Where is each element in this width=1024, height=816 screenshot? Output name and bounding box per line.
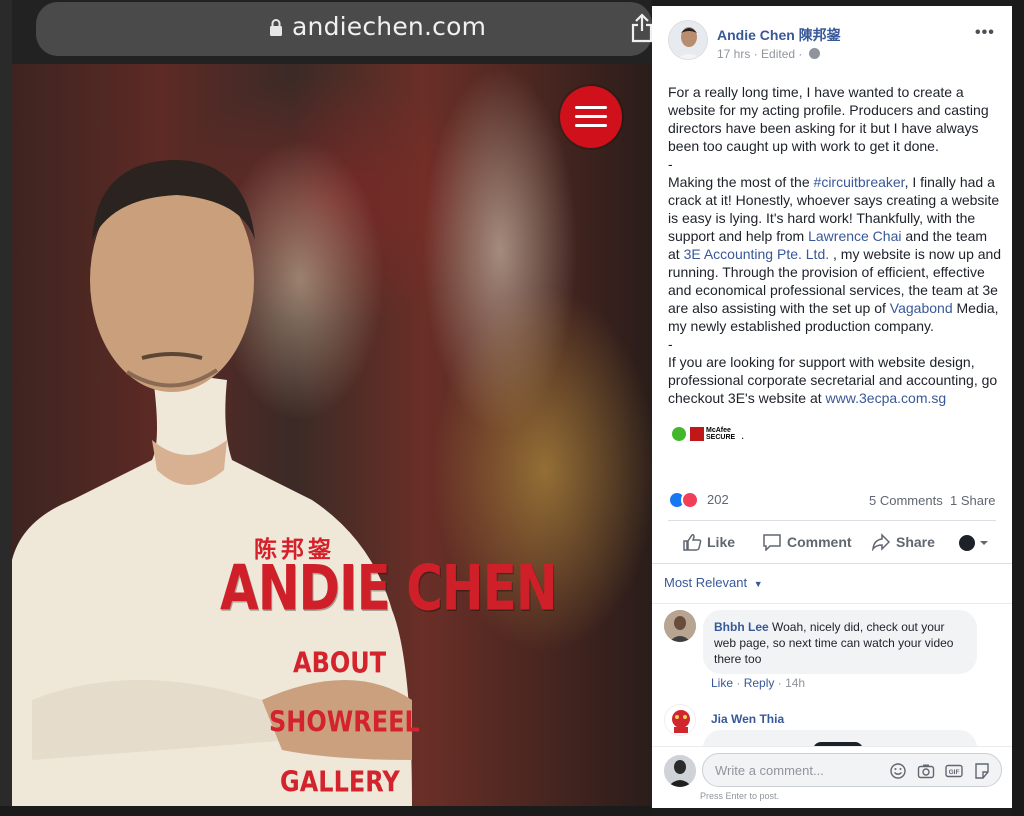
facebook-post-panel: Andie Chen 陳邦鋆 17 hrs · Edited · ••• For… [652, 6, 1012, 808]
mcafee-secure-badge[interactable]: McAfee SECURE [690, 427, 740, 441]
comment-like-link[interactable]: Like [711, 676, 733, 690]
comment-reply-link[interactable]: Reply [744, 676, 775, 690]
comments-count-link[interactable]: 5 Comments [869, 493, 943, 508]
divider [652, 603, 1012, 604]
menu-icon-bar [575, 124, 607, 127]
post-meta: 17 hrs · Edited · [717, 47, 820, 61]
post-text: Making the most of the [668, 174, 814, 190]
post-author-name[interactable]: Andie Chen 陳邦鋆 [717, 25, 841, 45]
separator: · [736, 676, 744, 690]
author-avatar[interactable] [668, 20, 708, 60]
share-button[interactable]: Share [871, 531, 951, 553]
like-icon [683, 534, 702, 551]
comment-icon [763, 534, 781, 551]
lock-icon [270, 19, 282, 36]
url-text: andiechen.com [292, 12, 487, 41]
comment-sort-dropdown[interactable]: Most Relevant ▼ [664, 575, 763, 590]
separator: · [777, 676, 786, 690]
comment-composer: Write a comment... GIF Press Enter to po… [652, 746, 1012, 808]
gif-icon[interactable]: GIF [945, 762, 963, 780]
lock-badge-icon [672, 427, 686, 441]
website-link[interactable]: www.3ecpa.com.sg [826, 390, 947, 406]
mcafee-badge-text: McAfee SECURE [706, 427, 735, 441]
more-options-icon[interactable]: ••• [975, 24, 995, 42]
left-gutter [0, 0, 12, 816]
website-hero-photo [0, 0, 652, 816]
divider [668, 520, 996, 521]
mention-lawrence-chai-link[interactable]: Lawrence Chai [808, 228, 901, 244]
reaction-count: 202 [707, 492, 729, 507]
press-enter-hint: Press Enter to post. [700, 791, 780, 801]
comment-button-label: Comment [787, 534, 852, 550]
comment-button[interactable]: Comment [762, 531, 862, 553]
emoji-icon[interactable] [889, 762, 907, 780]
post-time[interactable]: 17 hrs [717, 47, 750, 61]
menu-icon-bar [575, 115, 607, 118]
globe-icon [808, 48, 820, 59]
commenter-avatar[interactable] [664, 704, 696, 736]
share-icon[interactable] [630, 13, 654, 43]
mention-vagabond-link[interactable]: Vagabond [890, 300, 953, 316]
sort-label: Most Relevant [664, 575, 748, 590]
comment-input-placeholder: Write a comment... [715, 763, 824, 778]
share-arrow-icon [872, 533, 891, 551]
comment-bubble: Bhbh Lee Woah, nicely did, check out you… [703, 610, 977, 674]
comment-time[interactable]: 14h [785, 676, 805, 690]
divider [652, 563, 1012, 564]
like-button[interactable]: Like [682, 531, 752, 553]
screenshot-stage: { "browser": { "url": "andiechen.com" },… [0, 0, 1024, 816]
meta-separator: · [753, 47, 762, 61]
badge-trailing-dot: . [741, 428, 745, 442]
sticker-icon[interactable] [973, 762, 991, 780]
left-bottom-edge [0, 806, 652, 816]
secure-text: SECURE [706, 434, 736, 441]
post-separator: - [668, 336, 673, 352]
like-button-label: Like [707, 534, 736, 550]
share-button-label: Share [896, 534, 935, 550]
shares-count-link[interactable]: 1 Share [950, 493, 996, 508]
url-field[interactable]: andiechen.com [36, 2, 654, 56]
right-frame [1012, 0, 1024, 816]
current-user-avatar [664, 755, 696, 787]
edited-label[interactable]: Edited [761, 47, 795, 61]
svg-text:GIF: GIF [949, 769, 960, 776]
browser-address-bar: andiechen.com [12, 0, 654, 64]
nav-gallery-link[interactable]: GALLERY [280, 765, 400, 799]
love-reaction-icon [681, 491, 699, 509]
brand-logo-name[interactable]: ANDIE CHEN [220, 552, 558, 625]
mention-3e-accounting-link[interactable]: 3E Accounting Pte. Ltd. [684, 246, 830, 262]
comment-input[interactable]: Write a comment... GIF [702, 753, 1002, 787]
commenter-avatar[interactable] [664, 610, 696, 642]
hashtag-link[interactable]: #circuitbreaker [814, 174, 905, 190]
nav-about-link[interactable]: ABOUT [293, 646, 386, 680]
post-paragraph: If you are looking for support with webs… [668, 353, 1002, 407]
post-separator: - [668, 156, 673, 172]
audience-selector-icon[interactable] [958, 534, 990, 552]
hamburger-menu-button[interactable] [560, 86, 622, 148]
mcafee-logo-icon [690, 427, 704, 441]
nav-showreel-link[interactable]: SHOWREEL [269, 705, 420, 739]
post-body: For a really long time, I have wanted to… [668, 83, 1002, 407]
mcafee-text: McAfee [706, 427, 731, 434]
caret-down-icon: ▼ [753, 579, 763, 589]
comment-actions: Like · Reply · 14h [711, 676, 805, 690]
camera-icon[interactable] [917, 762, 935, 780]
post-paragraph: For a really long time, I have wanted to… [668, 84, 989, 154]
menu-icon [575, 106, 607, 109]
post-paragraph: Making the most of the #circuitbreaker, … [668, 173, 1002, 335]
comment-author[interactable]: Bhbh Lee [714, 620, 769, 634]
meta-separator: · [798, 47, 806, 61]
comment-author[interactable]: Jia Wen Thia [711, 712, 784, 726]
